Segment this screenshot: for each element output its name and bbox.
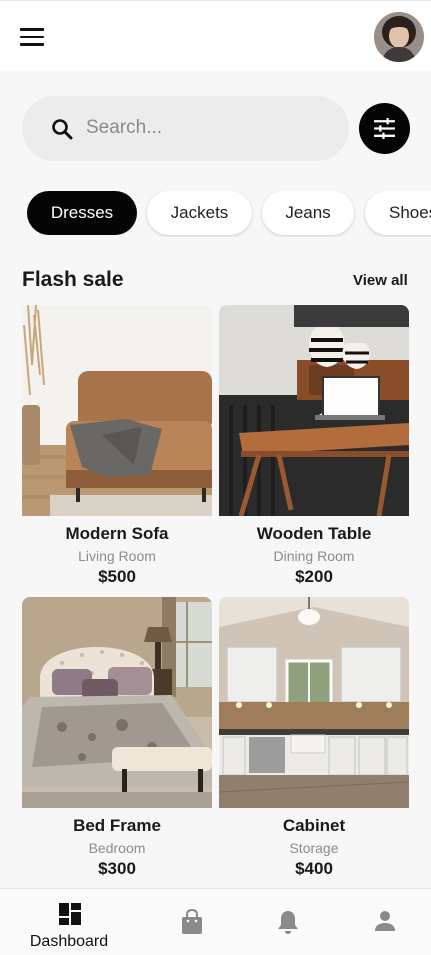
product-name: Bed Frame: [73, 816, 161, 835]
person-icon: [375, 911, 395, 931]
product-price: $200: [295, 567, 333, 586]
nav-label: Dashboard: [29, 933, 109, 950]
chip-jackets[interactable]: Jackets: [147, 191, 252, 235]
hamburger-menu-icon[interactable]: [20, 28, 44, 46]
nav-profile[interactable]: [365, 889, 405, 955]
chip-dresses[interactable]: Dresses: [27, 191, 137, 235]
nav-dashboard[interactable]: Dashboard: [27, 889, 111, 955]
product-image: [219, 305, 409, 516]
product-price: $300: [98, 859, 136, 878]
bottom-navigation: Dashboard: [0, 888, 431, 955]
product-category: Bedroom: [88, 840, 146, 856]
nav-notifications[interactable]: [268, 889, 308, 955]
search-input[interactable]: [86, 110, 326, 146]
chip-shoes[interactable]: Shoes: [365, 191, 431, 235]
product-card[interactable]: Wooden Table Dining Room $200: [219, 305, 409, 587]
nav-shop[interactable]: [172, 889, 212, 955]
dashboard-icon: [59, 903, 81, 925]
view-all-link[interactable]: View all: [353, 272, 408, 289]
top-app-bar: [0, 0, 431, 71]
product-name: Modern Sofa: [65, 524, 169, 543]
shopping-bag-icon: [182, 909, 202, 934]
tune-sliders-icon: [374, 118, 395, 139]
filter-button[interactable]: [359, 103, 410, 154]
product-image: [22, 597, 212, 808]
user-avatar[interactable]: [374, 12, 424, 62]
product-card[interactable]: Bed Frame Bedroom $300: [22, 597, 212, 879]
product-category: Dining Room: [273, 548, 355, 564]
search-icon: [52, 119, 73, 140]
product-name: Cabinet: [282, 816, 346, 835]
product-price: $500: [98, 567, 136, 586]
search-bar: [22, 96, 349, 161]
product-image: [22, 305, 212, 516]
category-chips: Dresses Jackets Jeans Shoes: [27, 191, 431, 237]
product-card[interactable]: Modern Sofa Living Room $500: [22, 305, 212, 587]
section-title: Flash sale: [22, 268, 124, 291]
product-image: [219, 597, 409, 808]
product-card[interactable]: Cabinet Storage $400: [219, 597, 409, 879]
bell-icon: [278, 911, 298, 934]
product-name: Wooden Table: [256, 524, 372, 543]
product-price: $400: [295, 859, 333, 878]
chip-jeans[interactable]: Jeans: [262, 191, 354, 235]
product-category: Living Room: [78, 548, 156, 564]
product-category: Storage: [289, 840, 339, 856]
